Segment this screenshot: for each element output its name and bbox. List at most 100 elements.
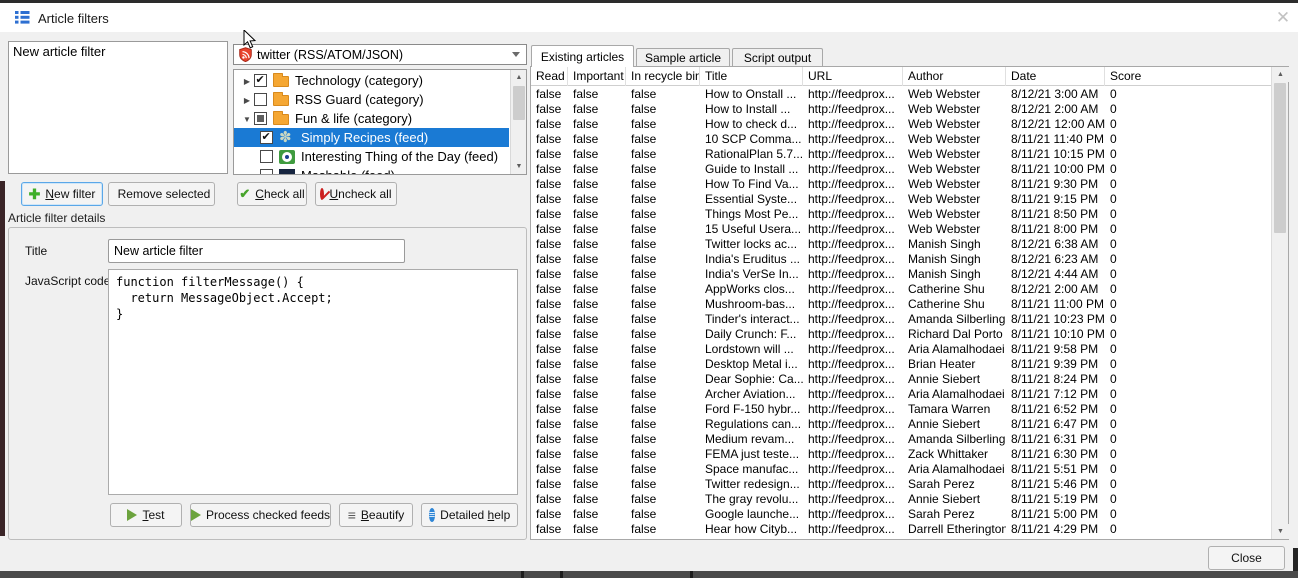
expand-arrow-icon[interactable] (240, 95, 254, 105)
close-button[interactable]: Close (1208, 546, 1285, 570)
article-row[interactable]: false false false How To Find Va... http… (531, 177, 1271, 192)
table-header-cell[interactable]: Title (700, 67, 803, 86)
article-row[interactable]: false false false RationalPlan 5.7... ht… (531, 147, 1271, 162)
tab[interactable]: Sample article (636, 48, 730, 67)
feed-tree-item[interactable]: Simply Recipes (feed) (234, 128, 509, 147)
article-row[interactable]: false false false Tinder's interact... h… (531, 312, 1271, 327)
article-row[interactable]: false false false AppWorks clos... http:… (531, 282, 1271, 297)
table-header-cell[interactable]: In recycle bin (626, 67, 700, 86)
article-row[interactable]: false false false Lordstown will ... htt… (531, 342, 1271, 357)
cell-url: http://feedprox... (803, 522, 903, 537)
feed-checkbox[interactable] (254, 93, 267, 106)
cell-read: false (531, 267, 568, 282)
article-row[interactable]: false false false Twitter redesign... ht… (531, 477, 1271, 492)
article-row[interactable]: false false false How to Install ... htt… (531, 102, 1271, 117)
table-header-cell[interactable]: Score (1105, 67, 1271, 86)
title-input[interactable]: New article filter (108, 239, 405, 263)
article-row[interactable]: false false false Ford F-150 hybr... htt… (531, 402, 1271, 417)
table-header-cell[interactable]: Author (903, 67, 1006, 86)
detailed-help-button[interactable]: Detailed help (421, 503, 518, 527)
filter-list-item[interactable]: New article filter (9, 42, 227, 61)
account-combobox[interactable]: twitter (RSS/ATOM/JSON) (233, 44, 527, 65)
table-header-cell[interactable]: URL (803, 67, 903, 86)
cell-title: Hear how Cityb... (700, 522, 803, 537)
feed-tree-item[interactable]: Interesting Thing of the Day (feed) (234, 147, 509, 166)
article-row[interactable]: false false false Essential Syste... htt… (531, 192, 1271, 207)
js-code-editor[interactable]: function filterMessage() { return Messag… (108, 269, 518, 495)
beautify-button[interactable]: Beautify (339, 503, 413, 527)
feeds-tree[interactable]: Technology (category) RSS Guard (categor… (233, 69, 527, 175)
new-filter-button[interactable]: New filter (21, 182, 103, 206)
test-button[interactable]: Test (110, 503, 182, 527)
article-row[interactable]: false false false Space manufac... http:… (531, 462, 1271, 477)
uncheck-all-button[interactable]: Uncheck all (315, 182, 397, 206)
table-header-cell[interactable]: Date (1006, 67, 1105, 86)
process-checked-feeds-button[interactable]: Process checked feeds (190, 503, 331, 527)
feed-tree-item[interactable]: Fun & life (category) (234, 109, 509, 128)
tab[interactable]: Existing articles (531, 45, 634, 67)
article-row[interactable]: false false false Hear how Cityb... http… (531, 522, 1271, 537)
cell-recycle-bin: false (626, 372, 700, 387)
article-row[interactable]: false false false Guide to Install ... h… (531, 162, 1271, 177)
article-row[interactable]: false false false India's VerSe In... ht… (531, 267, 1271, 282)
remove-selected-label: Remove selected (118, 187, 211, 201)
feed-checkbox[interactable] (254, 74, 267, 87)
article-row[interactable]: false false false Things Most Pe... http… (531, 207, 1271, 222)
article-row[interactable]: false false false Archer Aviation... htt… (531, 387, 1271, 402)
article-row[interactable]: false false false 15 Useful Usera... htt… (531, 222, 1271, 237)
article-row[interactable]: false false false Mushroom-bas... http:/… (531, 297, 1271, 312)
titlebar[interactable]: Article filters (0, 3, 1298, 32)
cell-url: http://feedprox... (803, 447, 903, 462)
cell-read: false (531, 372, 568, 387)
article-row[interactable]: false false false Regulations can... htt… (531, 417, 1271, 432)
article-row[interactable]: false false false India's Eruditus ... h… (531, 252, 1271, 267)
article-row[interactable]: false false false Google launche... http… (531, 507, 1271, 522)
cell-read: false (531, 357, 568, 372)
cell-read: false (531, 507, 568, 522)
tab[interactable]: Script output (732, 48, 823, 67)
article-row[interactable]: false false false The gray revolu... htt… (531, 492, 1271, 507)
scrollbar-thumb[interactable] (1274, 83, 1286, 233)
expand-arrow-icon[interactable] (240, 114, 254, 124)
uncheck-all-label: Uncheck all (329, 187, 391, 201)
scroll-up-icon[interactable]: ▲ (1272, 67, 1289, 82)
scroll-down-icon[interactable]: ▼ (511, 159, 527, 174)
table-header-cell[interactable]: Read (531, 67, 568, 86)
article-row[interactable]: false false false How to Onstall ... htt… (531, 87, 1271, 102)
tree-scrollbar[interactable]: ▲ ▼ (510, 70, 526, 174)
cell-author: Sarah Perez (903, 477, 1006, 492)
feed-tree-item[interactable]: Technology (category) (234, 71, 509, 90)
article-row[interactable]: false false false Twitter locks ac... ht… (531, 237, 1271, 252)
cell-recycle-bin: false (626, 492, 700, 507)
check-all-button[interactable]: Check all (237, 182, 307, 206)
feed-checkbox[interactable] (260, 131, 273, 144)
article-row[interactable]: false false false FEMA just teste... htt… (531, 447, 1271, 462)
cell-author: Aria Alamalhodaei (903, 462, 1006, 477)
cell-author: Darrell Etherington (903, 522, 1006, 537)
table-header-cell[interactable]: Important (568, 67, 626, 86)
cell-title: Dear Sophie: Ca... (700, 372, 803, 387)
filters-list[interactable]: New article filter (8, 41, 228, 174)
cell-recycle-bin: false (626, 387, 700, 402)
chevron-down-icon (512, 52, 520, 57)
article-row[interactable]: false false false 10 SCP Comma... http:/… (531, 132, 1271, 147)
article-row[interactable]: false false false How to check d... http… (531, 117, 1271, 132)
article-row[interactable]: false false false Dear Sophie: Ca... htt… (531, 372, 1271, 387)
expand-arrow-icon[interactable] (240, 76, 254, 86)
cell-recycle-bin: false (626, 297, 700, 312)
feed-checkbox[interactable] (254, 112, 267, 125)
article-row[interactable]: false false false Medium revam... http:/… (531, 432, 1271, 447)
feed-checkbox[interactable] (260, 169, 273, 175)
feed-tree-item[interactable]: Mashable (feed) (234, 166, 509, 175)
article-row[interactable]: false false false Desktop Metal i... htt… (531, 357, 1271, 372)
scroll-up-icon[interactable]: ▲ (511, 70, 527, 85)
cell-score: 0 (1105, 357, 1271, 372)
scroll-down-icon[interactable]: ▼ (1272, 524, 1289, 539)
table-scrollbar[interactable]: ▲ ▼ (1271, 67, 1288, 539)
article-row[interactable]: false false false Daily Crunch: F... htt… (531, 327, 1271, 342)
feed-checkbox[interactable] (260, 150, 273, 163)
window-close-icon[interactable] (1272, 7, 1294, 29)
remove-selected-button[interactable]: Remove selected (108, 182, 215, 206)
feed-tree-item[interactable]: RSS Guard (category) (234, 90, 509, 109)
scrollbar-thumb[interactable] (513, 86, 525, 120)
